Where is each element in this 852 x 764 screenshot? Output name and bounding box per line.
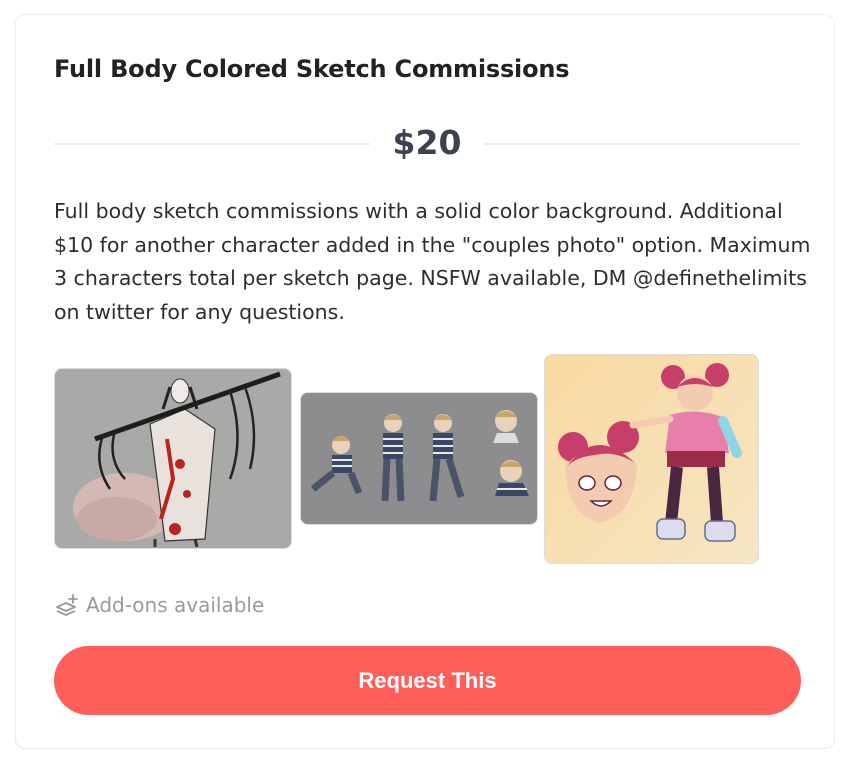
thumbnail-girl-pink-hair[interactable] bbox=[544, 354, 759, 564]
addons-info: Add-ons available bbox=[54, 591, 264, 619]
commission-card: Full Body Colored Sketch Commissions $20… bbox=[15, 14, 835, 749]
thumbnail-boy-sketches[interactable] bbox=[300, 392, 538, 525]
price-row: $20 bbox=[54, 121, 800, 165]
commission-description: Full body sketch commissions with a soli… bbox=[54, 199, 811, 324]
request-button[interactable]: Request This bbox=[54, 646, 801, 715]
addons-label: Add-ons available bbox=[86, 593, 265, 617]
divider-right bbox=[484, 143, 800, 145]
commission-title: Full Body Colored Sketch Commissions bbox=[54, 55, 570, 83]
thumbnail-figure-with-staff[interactable] bbox=[54, 368, 292, 549]
price-label: $20 bbox=[392, 123, 462, 162]
divider-left bbox=[54, 143, 370, 145]
layers-plus-icon bbox=[56, 594, 78, 616]
